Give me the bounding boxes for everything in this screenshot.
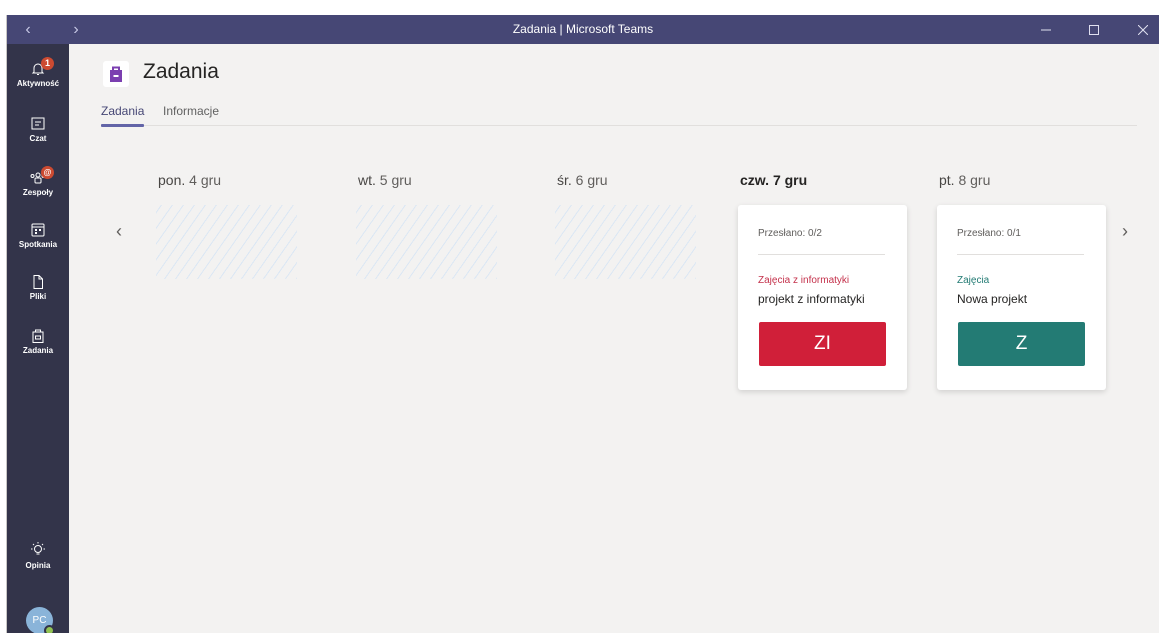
rail-label: Zespoły (22, 188, 54, 197)
rail-label: Aktywność (16, 79, 60, 88)
avatar[interactable]: PC (26, 607, 55, 633)
divider (957, 254, 1084, 255)
assignment-title: projekt z informatyki (758, 292, 865, 306)
teams-badge: @ (41, 166, 54, 179)
close-icon[interactable] (1126, 15, 1159, 44)
class-name: Zajęcia (957, 275, 990, 286)
class-tile-button[interactable]: ZI (759, 322, 886, 366)
rail-label: Opinia (25, 561, 51, 570)
activity-badge: 1 (41, 57, 54, 70)
divider (758, 254, 885, 255)
rail-item-assignments[interactable]: Zadania (7, 328, 69, 355)
main-content: Zadania Zadania Informacje pon. 4 gru wt… (69, 44, 1159, 633)
assignment-card[interactable]: Przesłano: 0/2 Zajęcia z informatyki pro… (738, 205, 907, 390)
rail-item-activity[interactable]: 1 Aktywność (7, 57, 69, 88)
day-date: 6 gru (575, 172, 608, 188)
day-header-fri: pt. 8 gru (939, 172, 990, 188)
lightbulb-icon (31, 542, 45, 555)
class-tile-button[interactable]: Z (958, 322, 1085, 366)
rail-item-teams[interactable]: @ Zespoły (7, 166, 69, 197)
rail-item-feedback[interactable]: Opinia (7, 541, 69, 570)
day-weekday: czw. (740, 172, 770, 188)
rail-label: Czat (29, 134, 47, 143)
tab-info[interactable]: Informacje (163, 104, 219, 126)
teams-window: ‹ › Zadania | Microsoft Teams 1 Aktywnoś… (6, 15, 1159, 633)
day-date: 8 gru (958, 172, 991, 188)
page-title: Zadania (143, 60, 219, 83)
window-title: Zadania | Microsoft Teams (512, 22, 654, 36)
minimize-icon[interactable] (1029, 15, 1063, 44)
maximize-icon[interactable] (1077, 15, 1111, 44)
tab-assignments[interactable]: Zadania (101, 104, 145, 127)
rail-label: Zadania (22, 346, 54, 355)
day-date: 7 gru (772, 172, 808, 188)
rail-item-chat[interactable]: Czat (7, 116, 69, 143)
rail-item-files[interactable]: Pliki (7, 274, 69, 301)
day-weekday: pt. (939, 172, 955, 188)
day-header-wed: śr. 6 gru (557, 172, 608, 188)
title-bar: ‹ › Zadania | Microsoft Teams (7, 15, 1159, 44)
rail-label: Spotkania (18, 240, 58, 249)
empty-day-placeholder (555, 205, 696, 279)
rail-label: Pliki (29, 292, 47, 301)
calendar-icon (31, 223, 45, 237)
next-week-arrow-icon[interactable]: › (1122, 221, 1128, 242)
class-name: Zajęcia z informatyki (758, 275, 850, 286)
day-date: 5 gru (379, 172, 412, 188)
day-header-tue: wt. 5 gru (358, 172, 412, 188)
day-header-thu: czw. 7 gru (740, 172, 807, 188)
empty-day-placeholder (356, 205, 497, 279)
day-weekday: śr. (557, 172, 572, 188)
day-header-mon: pon. 4 gru (158, 172, 221, 188)
empty-day-placeholder (156, 205, 297, 279)
app-rail: 1 Aktywność Czat @ Zespoły Spotkania Pli… (7, 44, 69, 633)
assignment-card[interactable]: Przesłano: 0/1 Zajęcia Nowa projekt Z (937, 205, 1106, 390)
assignments-app-icon (103, 61, 129, 87)
file-icon (33, 275, 43, 289)
assignments-icon (32, 329, 44, 343)
tab-bar: Zadania Informacje (101, 104, 1137, 127)
submitted-count: Przesłano: 0/1 (957, 228, 1021, 239)
submitted-count: Przesłano: 0/2 (758, 228, 822, 239)
status-badge (44, 625, 55, 633)
assignment-title: Nowa projekt (957, 292, 1028, 306)
day-weekday: wt. (358, 172, 376, 188)
day-date: 4 gru (189, 172, 222, 188)
prev-week-arrow-icon[interactable]: ‹ (116, 221, 122, 242)
avatar-initials: PC (32, 615, 47, 626)
rail-item-meetings[interactable]: Spotkania (7, 222, 69, 249)
day-weekday: pon. (158, 172, 186, 188)
chat-icon (31, 117, 45, 130)
